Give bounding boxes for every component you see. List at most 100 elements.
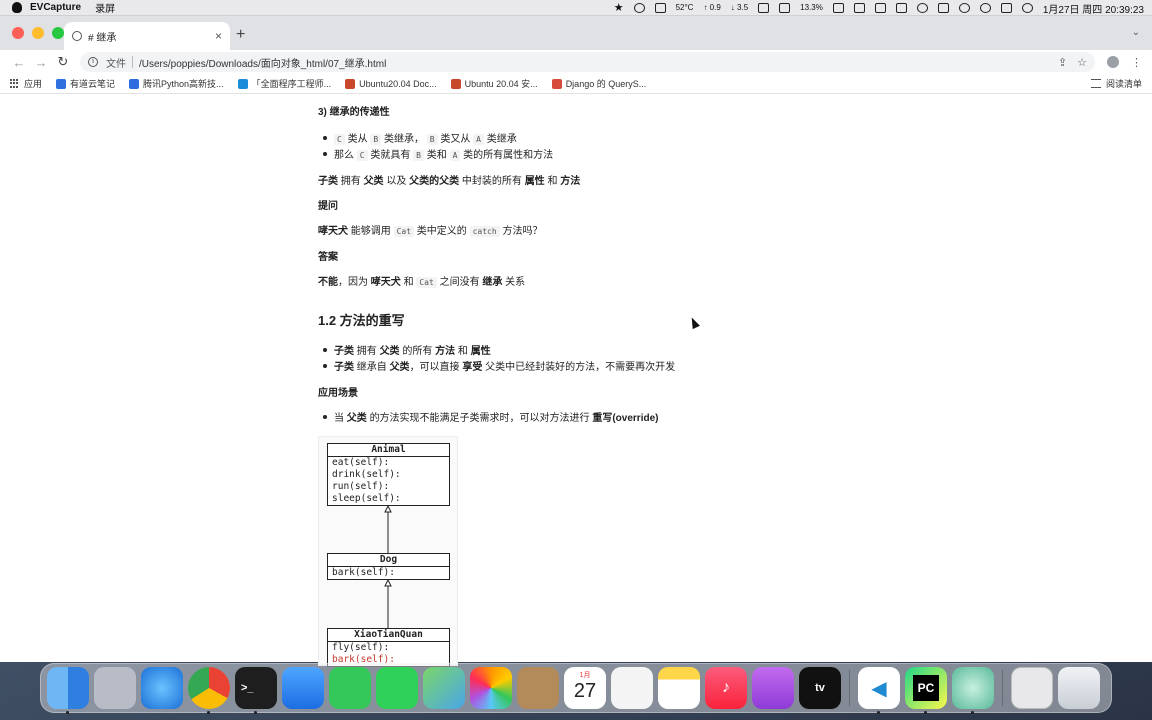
tab-search-chevron-icon[interactable]: ⌄	[1132, 27, 1140, 38]
volume-icon[interactable]	[895, 3, 907, 13]
text: 类继承，	[384, 134, 424, 145]
bookmark-ubuntu-doc[interactable]: Ubuntu20.04 Doc...	[345, 78, 437, 89]
text: 的所有	[402, 346, 433, 357]
text: 关系	[505, 277, 526, 288]
vscode-icon[interactable]: ◀	[858, 667, 900, 714]
bilibili-favicon-icon	[237, 78, 248, 89]
minimize-window-button[interactable]	[32, 27, 44, 39]
mail-icon[interactable]	[282, 667, 324, 709]
finder-icon[interactable]	[47, 667, 89, 714]
class-method: sleep(self):	[332, 493, 401, 504]
share-icon[interactable]: ⇪	[1058, 56, 1067, 69]
network-speed-up: ↑ 0.9	[703, 3, 721, 12]
siri-icon[interactable]	[1021, 3, 1033, 13]
code-b: B	[413, 150, 424, 161]
appletv-icon[interactable]: tv	[799, 667, 841, 709]
status-icon[interactable]	[758, 3, 770, 13]
bookmark-django[interactable]: Django 的 QueryS...	[551, 77, 646, 90]
bookmark-label: 「全面程序工程师...	[251, 79, 332, 89]
notes-icon[interactable]	[658, 667, 700, 709]
battery-monitor-icon[interactable]	[654, 3, 666, 13]
bookmark-star-icon[interactable]: ☆	[1077, 56, 1087, 69]
facetime-icon[interactable]	[329, 667, 371, 709]
list-item: 当 父类 的方法实现不能满足子类需求时，可以对方法进行 重写(override)	[322, 409, 659, 424]
address-scheme-label: 文件	[106, 58, 126, 70]
photos-icon[interactable]	[470, 667, 512, 709]
text: 那么	[334, 150, 354, 161]
launchpad-icon[interactable]	[94, 667, 136, 709]
wolf-icon[interactable]	[832, 3, 844, 13]
downloads-stack-icon[interactable]	[1011, 667, 1053, 709]
list-item: 子类 拥有 父类 的所有 方法 和 属性	[323, 342, 491, 357]
bookmark-label: Ubuntu 20.04 安...	[464, 79, 538, 89]
control-center-icon[interactable]	[1000, 3, 1012, 13]
messages-icon[interactable]	[376, 667, 418, 709]
reading-list[interactable]: 阅读清单	[1090, 77, 1142, 90]
calendar-icon[interactable]: 1月 27	[564, 667, 606, 709]
bookmark-ubuntu-install[interactable]: Ubuntu 20.04 安...	[450, 77, 538, 90]
dock-separator	[1002, 670, 1003, 706]
close-window-button[interactable]	[12, 27, 24, 39]
strong-text: 享受	[462, 362, 483, 373]
appletv-label: tv	[815, 682, 825, 694]
menu-record[interactable]: 录屏	[95, 0, 115, 15]
menu-bar: EVCapture 录屏 ★ 52°C ↑ 0.9 ↓ 3.5 13.3% 1月…	[0, 0, 1152, 16]
url-text[interactable]: /Users/poppies/Downloads/面向对象_html/07_继承…	[139, 55, 1048, 70]
terminal-icon[interactable]: >_	[235, 667, 277, 714]
contacts-icon[interactable]	[517, 667, 559, 709]
forward-button[interactable]: →	[32, 55, 50, 70]
class-method: drink(self):	[332, 469, 401, 480]
tab-bar: # 继承 × + ⌄	[0, 16, 1152, 50]
apple-logo-icon[interactable]	[10, 0, 24, 16]
text: 和	[547, 176, 558, 187]
pycharm-icon[interactable]: PC	[905, 667, 947, 714]
trash-icon[interactable]	[1058, 667, 1100, 709]
weather-temp: 52°C	[675, 3, 694, 12]
text: ，可以直接	[409, 362, 460, 373]
bookmarks-bar: 应用 有道云笔记 腾讯Python高新技... 「全面程序工程师... Ubun…	[0, 74, 1152, 94]
star-icon[interactable]: ★	[614, 3, 624, 14]
strong-text: 父类	[379, 346, 400, 357]
text: 能够调用	[350, 226, 391, 237]
new-tab-button[interactable]: +	[236, 26, 245, 44]
reading-list-label: 阅读清单	[1105, 79, 1142, 89]
answer-heading: 答案	[318, 252, 338, 263]
grid-status-icon[interactable]	[779, 3, 791, 13]
strong-text: 重写(override)	[592, 413, 659, 424]
screen-mirror-icon[interactable]	[853, 3, 865, 13]
evcapture-icon[interactable]	[952, 667, 994, 714]
address-bar[interactable]: i 文件 /Users/poppies/Downloads/面向对象_html/…	[80, 52, 1095, 72]
bookmark-apps[interactable]: 应用	[10, 77, 42, 90]
search-icon[interactable]	[979, 3, 991, 13]
back-button[interactable]: ←	[10, 55, 28, 70]
maximize-window-button[interactable]	[52, 27, 64, 39]
close-tab-icon[interactable]: ×	[215, 29, 222, 43]
display-icon[interactable]	[874, 3, 886, 13]
date-time[interactable]: 1月27日 周四 20:39:23	[1043, 1, 1144, 16]
profile-avatar[interactable]	[1107, 56, 1119, 68]
more-menu-icon[interactable]: ⋮	[1131, 56, 1142, 69]
strong-text: 不能	[318, 277, 338, 288]
info-icon[interactable]: i	[88, 57, 98, 67]
text: 类和	[426, 150, 447, 161]
active-app-menu[interactable]: EVCapture	[30, 2, 81, 13]
reminders-icon[interactable]	[611, 667, 653, 709]
podcasts-icon[interactable]	[752, 667, 794, 709]
app-status-icon[interactable]	[937, 3, 949, 13]
text: 和	[403, 277, 414, 288]
status-app-icon[interactable]	[633, 3, 645, 13]
bookmark-tencent[interactable]: 腾讯Python高新技...	[129, 77, 224, 90]
bookmark-engineer[interactable]: 「全面程序工程师...	[237, 77, 332, 90]
apps-grid-icon	[10, 78, 20, 89]
code-cat: Cat	[393, 226, 415, 237]
code-catch: catch	[469, 226, 500, 237]
music-icon[interactable]: ♪	[705, 667, 747, 709]
wifi-icon[interactable]	[958, 3, 970, 13]
bookmark-youdao[interactable]: 有道云笔记	[56, 77, 115, 90]
tab-active[interactable]: # 继承 ×	[64, 22, 230, 50]
bluetooth-icon[interactable]	[916, 3, 928, 13]
chrome-icon[interactable]	[188, 667, 230, 714]
maps-icon[interactable]	[423, 667, 465, 709]
reload-button[interactable]: ↻	[54, 54, 72, 70]
safari-icon[interactable]	[141, 667, 183, 709]
